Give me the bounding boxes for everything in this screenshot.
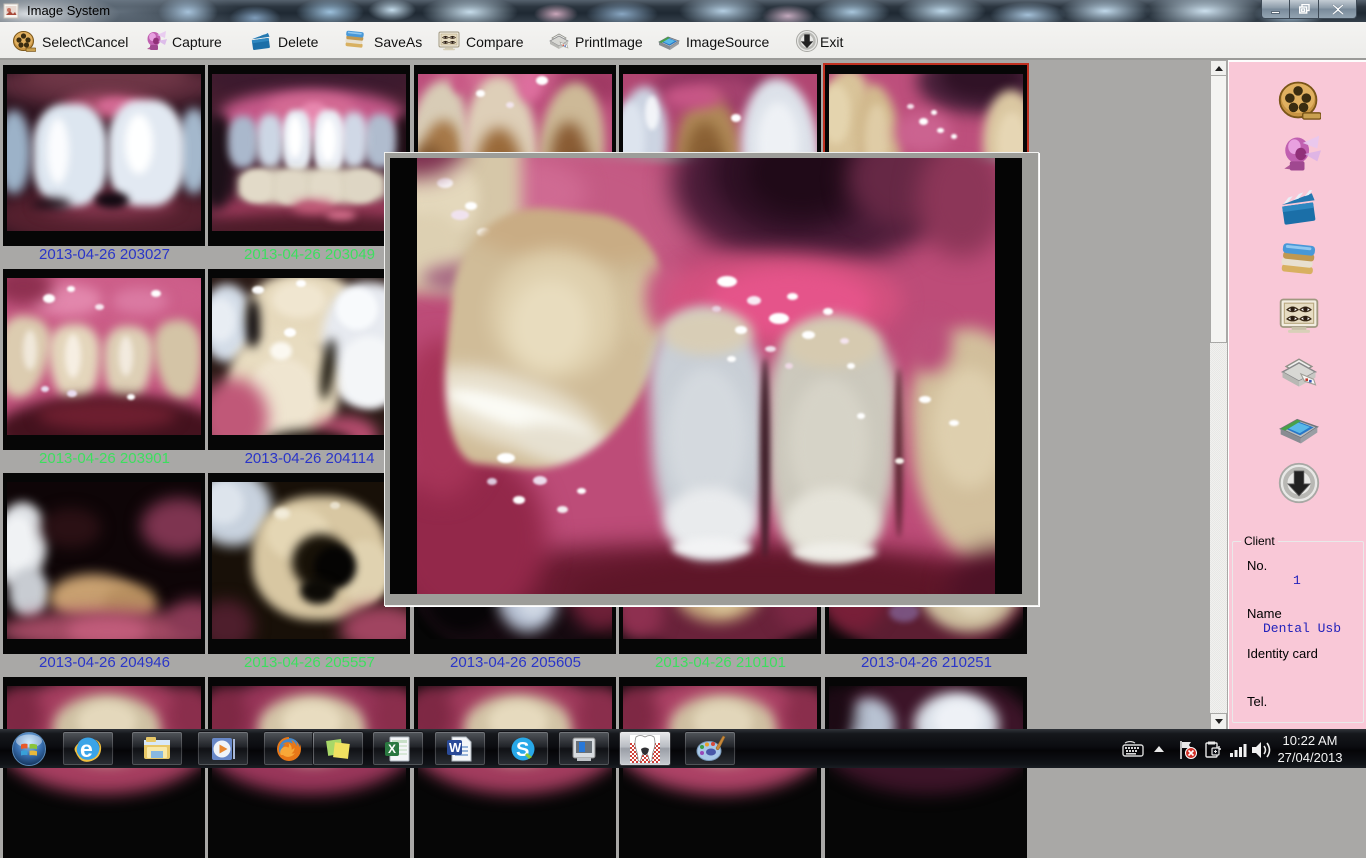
- svg-text:e: e: [80, 736, 93, 762]
- svg-text:W: W: [449, 740, 462, 755]
- svg-text:S: S: [516, 739, 529, 761]
- svg-text:X: X: [388, 742, 396, 756]
